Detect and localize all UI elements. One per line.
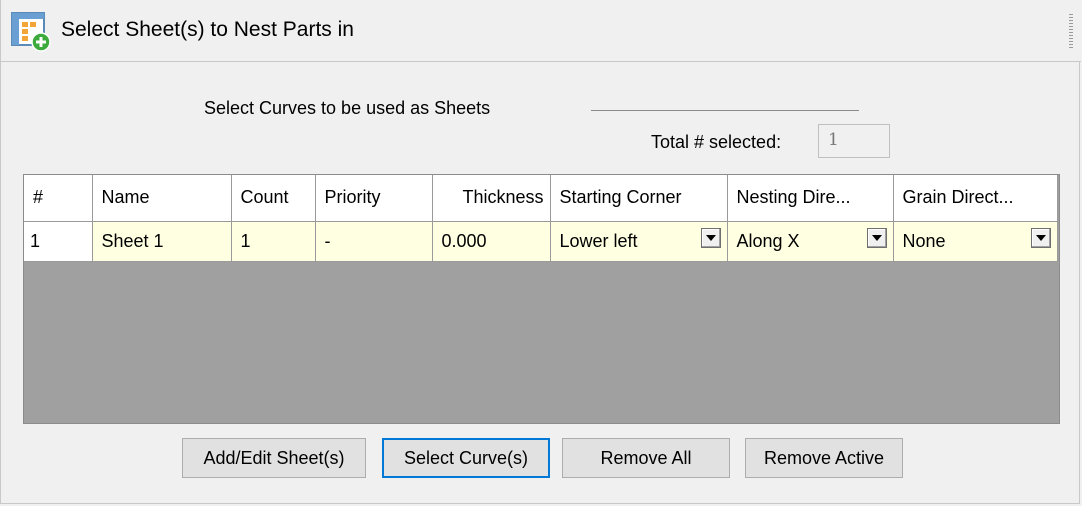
sheets-grid[interactable]: # Name Count Priority Thickness Starting… bbox=[23, 174, 1060, 424]
column-header-name[interactable]: Name bbox=[92, 175, 232, 222]
nest-sheets-panel: Select Sheet(s) to Nest Parts in Select … bbox=[0, 0, 1081, 504]
cell-name[interactable]: Sheet 1 bbox=[92, 221, 232, 262]
drag-grip[interactable] bbox=[1069, 14, 1073, 48]
grain-direction-value: None bbox=[902, 230, 946, 251]
nesting-direction-value: Along X bbox=[736, 230, 800, 251]
panel-header[interactable]: Select Sheet(s) to Nest Parts in bbox=[1, 0, 1081, 62]
cell-grain-direction[interactable]: None bbox=[893, 221, 1058, 262]
starting-corner-value: Lower left bbox=[559, 230, 638, 251]
cell-count[interactable]: 1 bbox=[231, 221, 316, 262]
panel-title: Select Sheet(s) to Nest Parts in bbox=[61, 18, 354, 41]
separator-line bbox=[591, 110, 859, 111]
column-header-starting-corner[interactable]: Starting Corner bbox=[550, 175, 728, 222]
column-header-thickness[interactable]: Thickness bbox=[432, 175, 551, 222]
sheets-table: # Name Count Priority Thickness Starting… bbox=[24, 175, 1058, 262]
starting-corner-dropdown-icon[interactable] bbox=[700, 227, 721, 248]
column-header-index[interactable]: # bbox=[24, 175, 93, 222]
column-header-grain-direction[interactable]: Grain Direct... bbox=[893, 175, 1058, 222]
select-curves-button[interactable]: Select Curve(s) bbox=[382, 438, 550, 478]
remove-all-button[interactable]: Remove All bbox=[562, 438, 730, 478]
table-row[interactable]: 1 Sheet 1 1 - 0.000 Lower left Along X N… bbox=[24, 221, 1058, 262]
column-header-priority[interactable]: Priority bbox=[315, 175, 433, 222]
cell-starting-corner[interactable]: Lower left bbox=[550, 221, 728, 262]
add-edit-sheets-button[interactable]: Add/Edit Sheet(s) bbox=[182, 438, 366, 478]
sheet-add-icon bbox=[11, 12, 51, 52]
remove-active-button[interactable]: Remove Active bbox=[745, 438, 903, 478]
total-selected-field: 1 bbox=[818, 124, 890, 158]
cell-thickness[interactable]: 0.000 bbox=[432, 221, 551, 262]
total-selected-label: Total # selected: bbox=[651, 132, 782, 152]
column-header-nesting-direction[interactable]: Nesting Dire... bbox=[727, 175, 894, 222]
column-header-count[interactable]: Count bbox=[231, 175, 316, 222]
cell-nesting-direction[interactable]: Along X bbox=[727, 221, 894, 262]
grain-direction-dropdown-icon[interactable] bbox=[1030, 227, 1051, 248]
cell-index[interactable]: 1 bbox=[24, 221, 93, 262]
table-header-row: # Name Count Priority Thickness Starting… bbox=[24, 175, 1058, 222]
cell-priority[interactable]: - bbox=[315, 221, 433, 262]
nesting-direction-dropdown-icon[interactable] bbox=[866, 227, 887, 248]
select-curves-label: Select Curves to be used as Sheets bbox=[204, 98, 491, 118]
